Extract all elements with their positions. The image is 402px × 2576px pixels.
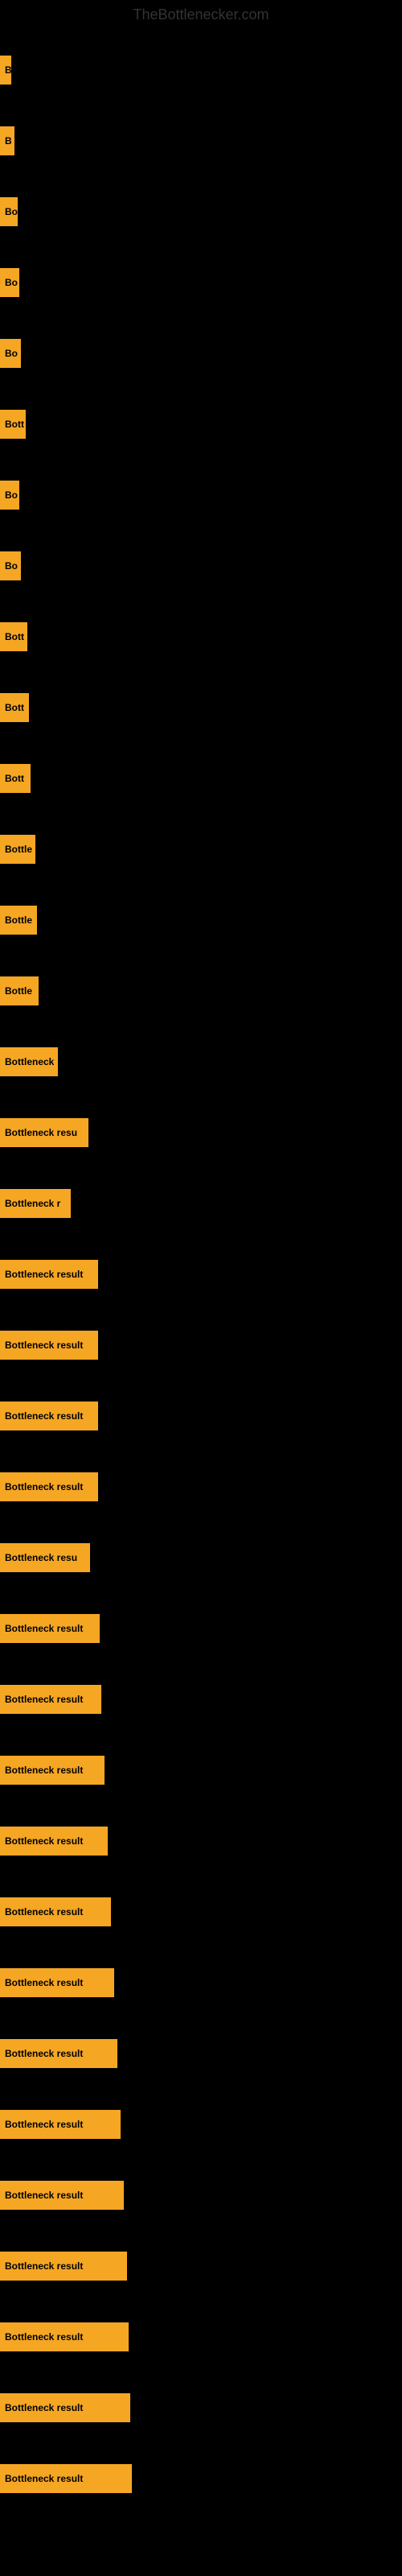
bar-row: Bott xyxy=(0,672,402,743)
bar-label: Bottleneck result xyxy=(0,1685,101,1714)
bar-label: Bottleneck result xyxy=(0,2181,124,2210)
bar-label: Bottleneck result xyxy=(0,1897,111,1926)
bar-label: Bottleneck result xyxy=(0,2464,132,2493)
bar-label: Bott xyxy=(0,410,26,439)
bar-label: Bo xyxy=(0,481,19,510)
bar-row: Bo xyxy=(0,318,402,389)
bar-row: Bott xyxy=(0,389,402,460)
bar-row: Bottleneck result xyxy=(0,1735,402,1806)
bar-row: Bottle xyxy=(0,814,402,885)
bar-row: Bottleneck result xyxy=(0,1876,402,1947)
bar-label: Bottleneck result xyxy=(0,2322,129,2351)
bar-label: Bo xyxy=(0,197,18,226)
bar-row: Bo xyxy=(0,247,402,318)
bar-label: Bottleneck result xyxy=(0,2252,127,2281)
bar-row: Bottleneck xyxy=(0,1026,402,1097)
bar-row: Bo xyxy=(0,530,402,601)
bar-label: Bottleneck result xyxy=(0,2110,121,2139)
bar-label: Bo xyxy=(0,551,21,580)
bar-label: Bottleneck r xyxy=(0,1189,71,1218)
bar-row: Bottleneck resu xyxy=(0,1522,402,1593)
bar-row: Bottleneck resu xyxy=(0,1097,402,1168)
bar-row: Bottleneck result xyxy=(0,1451,402,1522)
bar-label: Bottleneck result xyxy=(0,1756,105,1785)
bar-label: Bottleneck result xyxy=(0,1614,100,1643)
bar-label: Bottle xyxy=(0,906,37,935)
bar-row: Bo xyxy=(0,176,402,247)
bar-row: Bottleneck result xyxy=(0,2301,402,2372)
bar-row: Bottleneck result xyxy=(0,1947,402,2018)
bar-label: Bottleneck result xyxy=(0,1331,98,1360)
bar-label: Bottle xyxy=(0,976,39,1005)
bar-label: Bottleneck resu xyxy=(0,1543,90,1572)
bar-label: Bottleneck result xyxy=(0,1260,98,1289)
bar-row: Bottleneck result xyxy=(0,2160,402,2231)
bar-row: Bott xyxy=(0,743,402,814)
bar-row: Bott xyxy=(0,601,402,672)
bar-label: Bo xyxy=(0,268,19,297)
bar-label: Bott xyxy=(0,693,29,722)
bar-label: Bottleneck result xyxy=(0,1472,98,1501)
bar-row: Bottleneck result xyxy=(0,2443,402,2514)
bar-label: Bott xyxy=(0,622,27,651)
bar-row: Bottleneck result xyxy=(0,1664,402,1735)
bar-label: B xyxy=(0,126,14,155)
bar-row: Bottleneck result xyxy=(0,2372,402,2443)
bar-label: Bottleneck resu xyxy=(0,1118,88,1147)
bar-label: B xyxy=(0,56,11,85)
bar-row: Bottleneck result xyxy=(0,1806,402,1876)
bar-row: Bottleneck result xyxy=(0,1593,402,1664)
bar-label: Bottleneck result xyxy=(0,1968,114,1997)
bar-row: Bottleneck r xyxy=(0,1168,402,1239)
site-title: TheBottlenecker.com xyxy=(0,0,402,27)
bar-label: Bo xyxy=(0,339,21,368)
bars-container: B B Bo Bo Bo Bott Bo Bo Bott Bott Bott Bottle Bottle… xyxy=(0,27,402,2522)
bar-row: Bo xyxy=(0,460,402,530)
bar-label: Bottleneck xyxy=(0,1047,58,1076)
bar-row: Bottleneck result xyxy=(0,1310,402,1381)
bar-row: Bottleneck result xyxy=(0,2018,402,2089)
bar-row: Bottleneck result xyxy=(0,1381,402,1451)
bar-label: Bott xyxy=(0,764,31,793)
bar-label: Bottleneck result xyxy=(0,2393,130,2422)
bar-label: Bottleneck result xyxy=(0,2039,117,2068)
bar-row: Bottleneck result xyxy=(0,2089,402,2160)
bar-row: Bottle xyxy=(0,956,402,1026)
bar-label: Bottleneck result xyxy=(0,1402,98,1430)
bar-row: Bottleneck result xyxy=(0,2231,402,2301)
bar-row: B xyxy=(0,105,402,176)
bar-label: Bottle xyxy=(0,835,35,864)
bar-row: Bottleneck result xyxy=(0,1239,402,1310)
bar-row: Bottle xyxy=(0,885,402,956)
bar-row: B xyxy=(0,35,402,105)
bar-label: Bottleneck result xyxy=(0,1827,108,1856)
